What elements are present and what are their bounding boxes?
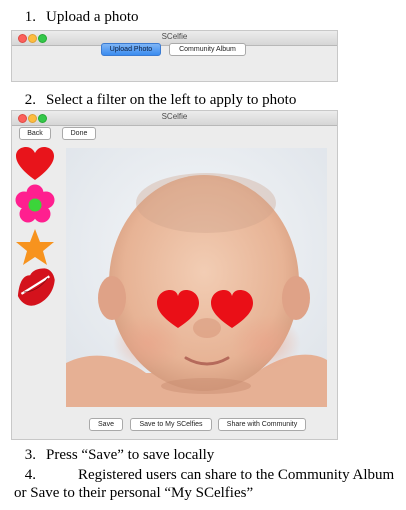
step-text: Press “Save” to save locally xyxy=(46,447,215,463)
baby-photo xyxy=(66,148,327,407)
upload-window: SCelfie Upload Photo Community Album xyxy=(11,30,338,82)
step-number: 2. xyxy=(24,92,36,108)
upload-photo-button[interactable]: Upload Photo xyxy=(101,43,161,56)
window-title: SCelfie xyxy=(161,112,188,121)
step-text: Upload a photo xyxy=(46,9,139,25)
community-album-button[interactable]: Community Album xyxy=(169,43,246,56)
share-with-community-button[interactable]: Share with Community xyxy=(218,418,306,431)
flower-sticker-icon[interactable] xyxy=(15,184,55,226)
lips-sticker-icon[interactable] xyxy=(14,268,58,306)
step-number: 3. xyxy=(24,447,36,463)
done-button[interactable]: Done xyxy=(62,127,96,140)
window-title: SCelfie xyxy=(161,32,188,41)
titlebar: SCelfie xyxy=(12,111,337,126)
save-button[interactable]: Save xyxy=(89,418,123,431)
heart-sticker-icon[interactable] xyxy=(15,146,55,182)
step-text: Select a filter on the left to apply to … xyxy=(46,92,297,108)
star-sticker-icon[interactable] xyxy=(15,228,55,266)
step-number: 4. xyxy=(24,467,36,483)
step-text: Registered users can share to the Commun… xyxy=(14,467,395,501)
step-4: 4. Registered users can share to the Com… xyxy=(14,466,402,502)
step-number: 1. xyxy=(24,9,36,25)
save-to-my-scelfies-button[interactable]: Save to My SCelfies xyxy=(130,418,212,431)
photo-canvas[interactable] xyxy=(66,148,327,407)
step-3: 3. Press “Save” to save locally xyxy=(14,446,215,464)
step-2: 2. Select a filter on the left to apply t… xyxy=(14,91,297,109)
step-1: 1. Upload a photo xyxy=(14,8,139,26)
back-button[interactable]: Back xyxy=(19,127,51,140)
